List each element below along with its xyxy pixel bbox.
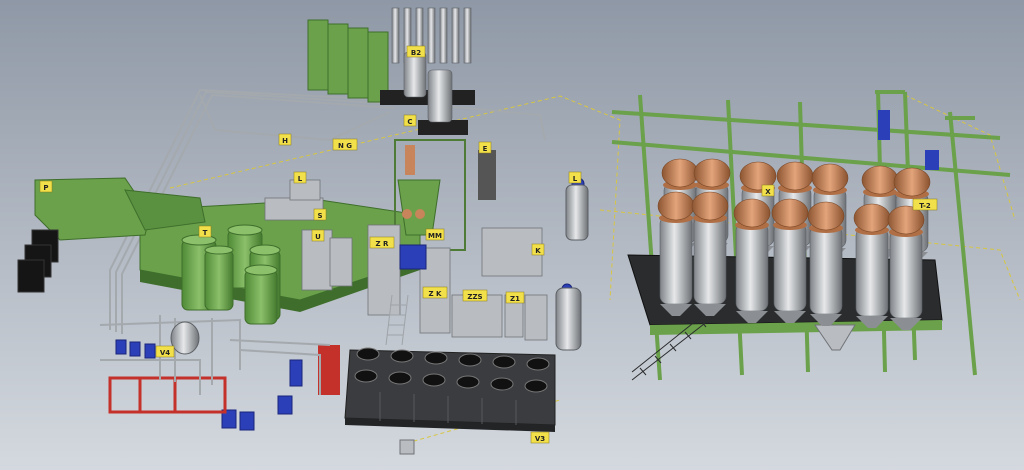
equipment-tag: S bbox=[313, 208, 327, 221]
equipment-tag-label: T-2 bbox=[919, 202, 931, 210]
fermenter-tank bbox=[733, 198, 771, 323]
equipment-tag-label: T bbox=[203, 229, 208, 237]
fermenter-tank bbox=[771, 198, 809, 323]
equipment-tag-label: U bbox=[315, 233, 321, 241]
equipment-tag-label: C bbox=[407, 118, 412, 126]
equipment-tag-label: Z1 bbox=[510, 295, 520, 303]
equipment-tag: H bbox=[278, 133, 292, 146]
equipment-tag: U bbox=[311, 229, 325, 242]
cooling-tower-battery bbox=[344, 347, 556, 432]
equipment-tag: C bbox=[403, 114, 417, 127]
fermenter-tank bbox=[853, 203, 891, 328]
equipment-tag: T-2 bbox=[912, 198, 938, 211]
equipment-tag-label: B2 bbox=[411, 49, 421, 57]
equipment-tag-label: X bbox=[765, 188, 771, 196]
equipment-tag: X bbox=[761, 184, 775, 197]
equipment-tag: Z K bbox=[422, 286, 448, 299]
equipment-tag: ZZS bbox=[462, 289, 488, 302]
equipment-tag: P bbox=[39, 180, 53, 193]
equipment-tag: Z R bbox=[369, 236, 395, 249]
equipment-tag-label: ZZS bbox=[467, 293, 482, 301]
fermenter-tank bbox=[691, 191, 729, 316]
equipment-tag: L bbox=[568, 171, 582, 184]
equipment-tag: T bbox=[198, 225, 212, 238]
equipment-tag: N G bbox=[332, 138, 358, 151]
equipment-tag-label: V4 bbox=[160, 349, 170, 357]
plant-3d-scene: P B2 C E H N G L MM U T K Z K ZZS Z1 Z R V3 V4 S L T-2 X bbox=[0, 0, 1024, 470]
equipment-tag-label: L bbox=[573, 175, 578, 183]
equipment-tag-label: S bbox=[317, 212, 322, 220]
equipment-tag-label: K bbox=[535, 247, 541, 255]
equipment-tag-label: MM bbox=[428, 232, 442, 240]
equipment-tag: V4 bbox=[155, 345, 175, 358]
green-hopper-panels bbox=[307, 19, 389, 103]
plant-3d-model-view: P B2 C E H N G L MM U T K Z K ZZS Z1 Z R V3 V4 S L T-2 X bbox=[0, 0, 1024, 470]
fermenter-tank bbox=[807, 201, 845, 326]
equipment-tag: MM bbox=[425, 228, 445, 241]
equipment-tag-label: L bbox=[298, 175, 303, 183]
equipment-tag-label: P bbox=[43, 184, 48, 192]
equipment-tag: K bbox=[531, 243, 545, 256]
equipment-tag: V3 bbox=[530, 431, 550, 444]
equipment-tag: L bbox=[293, 171, 307, 184]
equipment-tag-label: V3 bbox=[535, 435, 545, 443]
small-crate bbox=[399, 439, 415, 455]
equipment-tag-label: Z K bbox=[429, 290, 443, 298]
equipment-tag: Z1 bbox=[505, 291, 525, 304]
equipment-tag: E bbox=[478, 141, 492, 154]
equipment-tag-label: E bbox=[483, 145, 488, 153]
fermenter-tank bbox=[887, 205, 925, 330]
equipment-tag: B2 bbox=[406, 45, 426, 58]
grey-pressure-vessel bbox=[170, 321, 200, 355]
fermenter-tank bbox=[657, 191, 695, 316]
equipment-tag-label: Z R bbox=[376, 240, 390, 248]
equipment-tag-label: N G bbox=[338, 142, 352, 150]
equipment-tag-label: H bbox=[282, 137, 288, 145]
